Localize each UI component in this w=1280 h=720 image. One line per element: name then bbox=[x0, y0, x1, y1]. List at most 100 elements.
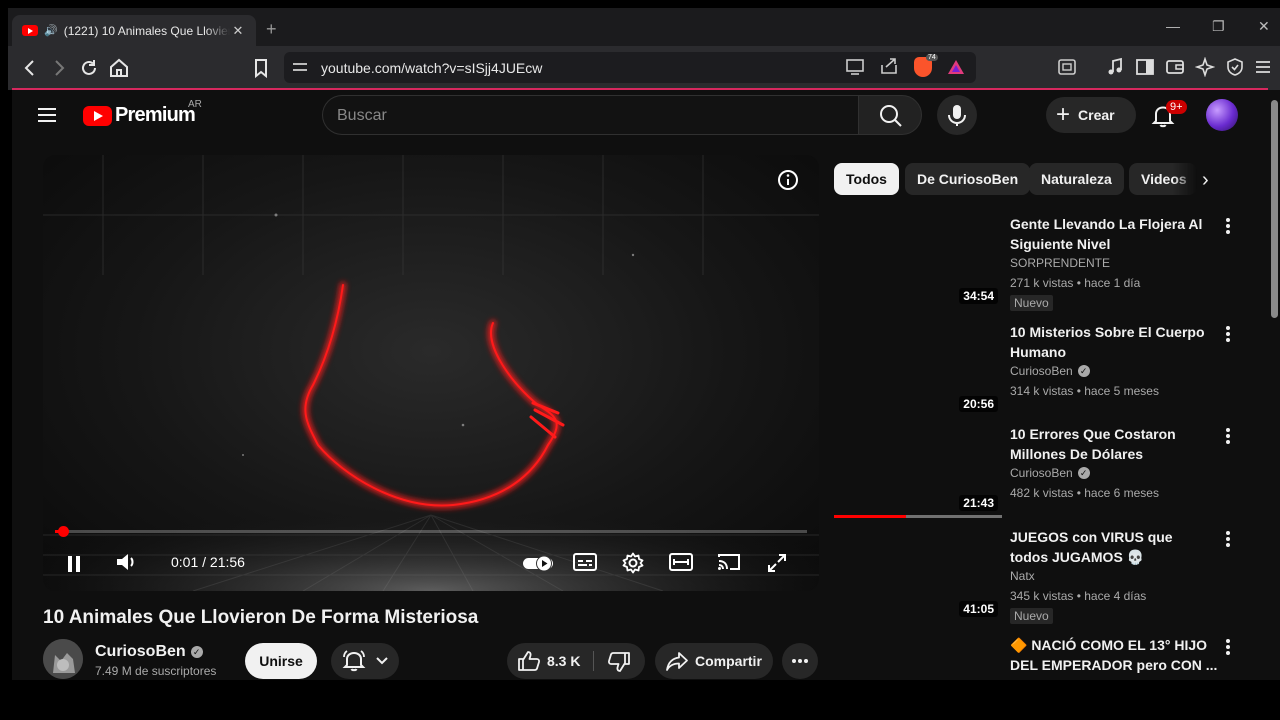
video-thumbnail[interactable]: 34:54 bbox=[834, 214, 1002, 308]
search-input[interactable] bbox=[337, 106, 837, 126]
recommendation-channel[interactable]: Natx bbox=[1010, 569, 1035, 583]
user-avatar[interactable] bbox=[1206, 99, 1238, 131]
sidebar-toggle-icon[interactable] bbox=[1134, 57, 1156, 79]
video-info-icon[interactable] bbox=[777, 169, 799, 197]
scrollbar-thumb[interactable] bbox=[1271, 100, 1278, 318]
recommendation-meta: 271 k vistas • hace 1 día bbox=[1010, 276, 1141, 290]
new-tab-button[interactable]: + bbox=[266, 19, 277, 40]
more-vertical-icon[interactable] bbox=[1226, 639, 1230, 655]
video-thumbnail[interactable]: 21:43 bbox=[834, 424, 1002, 518]
subtitles-icon[interactable] bbox=[573, 552, 597, 578]
bookmark-icon[interactable] bbox=[250, 57, 272, 79]
recommendation-item[interactable]: 20:56 10 Misterios Sobre El Cuerpo Human… bbox=[834, 322, 1254, 422]
chip-videos[interactable]: Videos bbox=[1129, 163, 1197, 195]
more-vertical-icon[interactable] bbox=[1226, 326, 1230, 342]
subscription-bell-button[interactable] bbox=[331, 643, 399, 679]
more-horizontal-icon bbox=[792, 659, 808, 663]
channel-avatar[interactable] bbox=[43, 639, 83, 679]
recommendation-channel[interactable]: CuriosoBen ✓ bbox=[1010, 364, 1090, 378]
video-thumbnail[interactable] bbox=[834, 635, 1002, 680]
chevron-down-icon bbox=[376, 657, 388, 665]
vpn-shield-icon[interactable] bbox=[1224, 57, 1246, 79]
more-vertical-icon[interactable] bbox=[1226, 218, 1230, 234]
recommendation-title[interactable]: 10 Errores Que Costaron Millones De Dóla… bbox=[1010, 424, 1210, 464]
reload-icon[interactable] bbox=[78, 57, 100, 79]
recommendation-item[interactable]: 🔶 NACIÓ COMO EL 13° HIJO DEL EMPERADOR p… bbox=[834, 635, 1254, 680]
fullscreen-icon[interactable] bbox=[766, 552, 788, 580]
restore-button[interactable]: ❐ bbox=[1212, 18, 1225, 35]
video-title: 10 Animales Que Llovieron De Forma Miste… bbox=[43, 607, 479, 628]
media-controls-icon[interactable] bbox=[1104, 57, 1126, 79]
recommendation-item[interactable]: 41:05 JUEGOS con VIRUS que todos JUGAMOS… bbox=[834, 527, 1254, 627]
scrubber-handle[interactable] bbox=[58, 526, 69, 537]
recommendation-item[interactable]: 21:43 10 Errores Que Costaron Millones D… bbox=[834, 424, 1254, 524]
pause-icon[interactable] bbox=[66, 553, 82, 579]
wallet-icon[interactable] bbox=[1164, 57, 1186, 79]
recommendation-title[interactable]: 🔶 NACIÓ COMO EL 13° HIJO DEL EMPERADOR p… bbox=[1010, 635, 1220, 675]
recommendation-meta: 345 k vistas • hace 4 días bbox=[1010, 589, 1147, 603]
more-vertical-icon[interactable] bbox=[1226, 428, 1230, 444]
video-progress-bar[interactable] bbox=[55, 526, 807, 537]
recommendation-channel-text: CuriosoBen bbox=[1010, 364, 1073, 378]
youtube-logo-icon[interactable] bbox=[83, 106, 112, 126]
theater-mode-icon[interactable] bbox=[669, 552, 693, 578]
settings-gear-icon[interactable] bbox=[622, 552, 644, 580]
recommendation-item[interactable]: 34:54 Gente Llevando La Flojera Al Sigui… bbox=[834, 214, 1254, 314]
guide-menu-icon[interactable] bbox=[38, 108, 56, 122]
leo-ai-icon[interactable] bbox=[1194, 56, 1216, 79]
video-thumbnail[interactable]: 41:05 bbox=[834, 527, 1002, 621]
cast-icon[interactable] bbox=[717, 552, 741, 578]
browser-tab-active[interactable]: 🔊 (1221) 10 Animales Que Llovieron De Fo… bbox=[12, 15, 256, 46]
close-window-button[interactable]: ✕ bbox=[1258, 18, 1270, 35]
volume-icon[interactable] bbox=[115, 551, 141, 579]
chip-de-curiosoben[interactable]: De CuriosoBen bbox=[905, 163, 1031, 195]
dislike-thumb-icon[interactable] bbox=[607, 651, 631, 673]
channel-name[interactable]: CuriosoBen ✓ bbox=[95, 643, 203, 661]
verified-check-icon: ✓ bbox=[1077, 365, 1090, 377]
search-box bbox=[322, 95, 860, 135]
new-badge: Nuevo bbox=[1010, 608, 1053, 624]
create-label: Crear bbox=[1078, 107, 1115, 123]
more-vertical-icon[interactable] bbox=[1226, 531, 1230, 547]
join-button[interactable]: Unirse bbox=[245, 643, 317, 679]
verified-check-icon: ✓ bbox=[190, 646, 203, 658]
video-player[interactable]: 0:01 / 21:56 bbox=[43, 155, 819, 591]
create-button[interactable]: + Crear bbox=[1046, 97, 1136, 133]
recommendation-title[interactable]: 10 Misterios Sobre El Cuerpo Humano bbox=[1010, 322, 1210, 362]
chip-todos[interactable]: Todos bbox=[834, 163, 899, 195]
search-icon bbox=[880, 105, 902, 127]
chip-naturaleza[interactable]: Naturaleza bbox=[1029, 163, 1124, 195]
new-badge: Nuevo bbox=[1010, 295, 1053, 311]
back-icon[interactable] bbox=[19, 57, 41, 79]
premium-logo-text[interactable]: Premium bbox=[115, 104, 196, 127]
forward-icon[interactable] bbox=[48, 57, 70, 79]
sidebar-panel-icon[interactable] bbox=[1056, 57, 1078, 79]
close-tab-icon[interactable]: ✕ bbox=[230, 23, 246, 39]
address-bar[interactable]: youtube.com/watch?v=sISjj4JUEcw 74 bbox=[284, 52, 976, 83]
site-settings-icon[interactable] bbox=[293, 59, 309, 75]
share-page-icon[interactable] bbox=[878, 56, 900, 78]
brave-rewards-icon[interactable] bbox=[948, 60, 964, 74]
video-thumbnail[interactable]: 20:56 bbox=[834, 322, 1002, 416]
home-icon[interactable] bbox=[108, 57, 130, 79]
voice-search-button[interactable] bbox=[937, 95, 977, 135]
install-app-icon[interactable] bbox=[844, 56, 866, 78]
video-frame bbox=[43, 155, 819, 591]
like-count[interactable]: 8.3 K bbox=[547, 653, 580, 669]
recommendation-channel[interactable]: SORPRENDENTE bbox=[1010, 256, 1110, 270]
like-divider bbox=[593, 651, 594, 671]
speaker-icon[interactable]: 🔊 bbox=[44, 24, 58, 37]
url-text[interactable]: youtube.com/watch?v=sISjj4JUEcw bbox=[321, 60, 542, 76]
recommendation-title[interactable]: JUEGOS con VIRUS que todos JUGAMOS 💀 bbox=[1010, 527, 1210, 567]
chevron-right-icon[interactable]: › bbox=[1202, 169, 1209, 192]
video-duration: 34:54 bbox=[959, 288, 998, 304]
minimize-button[interactable]: — bbox=[1166, 18, 1180, 34]
search-button[interactable] bbox=[858, 95, 922, 135]
recommendation-title[interactable]: Gente Llevando La Flojera Al Siguiente N… bbox=[1010, 214, 1210, 254]
menu-icon[interactable] bbox=[1252, 57, 1274, 79]
autoplay-toggle-icon[interactable] bbox=[522, 553, 554, 579]
recommendation-channel[interactable]: CuriosoBen ✓ bbox=[1010, 466, 1090, 480]
video-duration: 41:05 bbox=[959, 601, 998, 617]
like-thumb-icon[interactable] bbox=[517, 650, 541, 672]
more-actions-button[interactable] bbox=[782, 643, 818, 679]
